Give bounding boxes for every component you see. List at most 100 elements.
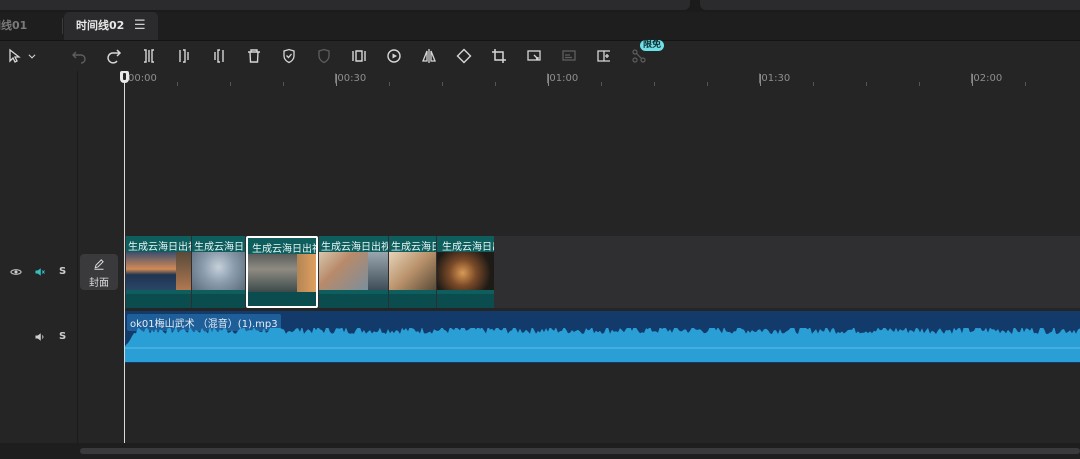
window-top-strip	[0, 0, 1080, 12]
redo-button[interactable]	[103, 45, 125, 67]
ruler-minor-tick	[654, 82, 655, 86]
horizontal-scrollbar[interactable]	[80, 448, 1080, 454]
shield-icon	[318, 48, 330, 64]
pointer-icon	[9, 48, 21, 63]
trim-right-icon	[214, 49, 224, 63]
top-panel-left	[0, 0, 690, 10]
clip-thumbnails	[248, 254, 316, 292]
undo-icon	[72, 51, 86, 64]
trim-left-button[interactable]	[173, 45, 195, 67]
clip-thumbnails	[319, 252, 388, 290]
ruler-minor-tick	[442, 82, 443, 86]
chevron-down-icon	[28, 54, 36, 59]
thumbnail	[296, 254, 316, 292]
thumbnail	[126, 252, 176, 290]
video-clip[interactable]: 生成云海日出视频	[192, 236, 245, 308]
ruler-minor-tick	[601, 82, 602, 86]
split-screen-icon	[597, 50, 610, 62]
clip-thumbnails	[126, 252, 191, 290]
reverse-button[interactable]	[383, 45, 405, 67]
ruler-minor-tick	[283, 82, 284, 86]
clip-footer	[319, 294, 388, 308]
audio-solo-button[interactable]: S	[59, 331, 66, 342]
edit-toolbar	[0, 41, 1080, 71]
mirror-icon	[422, 49, 436, 63]
ruler-minor-tick	[230, 82, 231, 86]
thumbnail	[319, 252, 369, 290]
ruler-minor-tick	[707, 82, 708, 86]
ruler-label: |01:30	[758, 73, 791, 84]
free-badge: 限免	[640, 40, 665, 51]
video-clip[interactable]: 生成云海日出视频	[126, 236, 191, 308]
cover-button[interactable]: 封面	[80, 254, 118, 290]
mark-button[interactable]	[278, 45, 300, 67]
clip-footer	[126, 294, 191, 308]
video-clip[interactable]: 生成云海日出视频	[319, 236, 388, 308]
crop-icon	[492, 49, 506, 63]
ruler-label: |00:30	[334, 73, 367, 84]
split-screen-button[interactable]	[593, 45, 615, 67]
split-icon	[144, 49, 154, 63]
tab-label: 间线01	[0, 19, 28, 32]
clip-footer	[192, 294, 245, 308]
split-button[interactable]	[138, 45, 160, 67]
ruler-minor-tick	[1025, 82, 1026, 86]
trim-left-icon	[179, 49, 189, 63]
rotate-button[interactable]	[453, 45, 475, 67]
menu-icon[interactable]: ☰	[134, 12, 146, 40]
clip-title: 生成云海日出视频	[128, 242, 191, 253]
ruler-minor-tick	[813, 82, 814, 86]
ruler-minor-tick	[866, 82, 867, 86]
frame-icon	[352, 50, 366, 62]
visibility-toggle[interactable]	[10, 266, 22, 281]
video-clip-selected[interactable]: 生成云海日出视频	[246, 236, 318, 308]
mirror-button[interactable]	[418, 45, 440, 67]
select-tool-button[interactable]	[2, 45, 42, 67]
video-clip[interactable]: 生成云海日出视频	[437, 236, 494, 308]
clip-title: 生成云海日出视频	[321, 242, 388, 253]
clip-footer	[389, 294, 436, 308]
thumbnail	[192, 252, 245, 290]
thumbnail	[389, 252, 436, 290]
ruler-label: |01:00	[546, 73, 579, 84]
clip-thumbnails	[389, 252, 436, 290]
pencil-icon	[94, 259, 104, 270]
video-clip[interactable]: 生成云海日出视频	[389, 236, 436, 308]
trim-right-button[interactable]	[208, 45, 230, 67]
tab-timeline-02[interactable]: 时间线02 ☰	[64, 12, 158, 40]
speaker-muted-icon	[35, 268, 45, 276]
redo-icon	[107, 49, 122, 64]
freeze-frame-button[interactable]	[348, 45, 370, 67]
video-solo-button[interactable]: S	[59, 266, 66, 277]
resize-icon	[527, 50, 541, 61]
subtitle-button[interactable]	[558, 45, 580, 67]
resize-button[interactable]	[523, 45, 545, 67]
clip-title: 生成云海日出视频	[442, 242, 494, 253]
playhead-handle[interactable]	[120, 71, 129, 83]
crop-button[interactable]	[488, 45, 510, 67]
play-circle-icon	[387, 49, 401, 63]
ruler-label: 00:00	[128, 73, 157, 84]
audio-volume-toggle[interactable]	[34, 331, 46, 346]
ruler-minor-tick	[495, 82, 496, 86]
clip-title: 生成云海日出视频	[391, 242, 436, 253]
top-panel-right	[700, 0, 1080, 10]
playhead-line[interactable]	[124, 78, 125, 443]
speaker-icon	[35, 333, 44, 341]
tab-timeline-01[interactable]: 间线01	[0, 12, 60, 40]
thumbnail	[437, 252, 494, 290]
ruler-label: |02:00	[970, 73, 1003, 84]
thumbnail	[248, 254, 297, 292]
subtitle-icon	[562, 50, 576, 61]
clip-title: 生成云海日出视频	[194, 242, 245, 253]
thumbnail	[368, 252, 388, 290]
shield-check-icon	[283, 48, 295, 64]
timeline-ruler[interactable]: 00:00 |00:30 |01:00 |01:30 |02:00	[124, 71, 1080, 93]
mute-video-toggle[interactable]	[34, 266, 46, 281]
tab-divider	[62, 18, 63, 34]
ruler-minor-tick	[389, 82, 390, 86]
undo-button[interactable]	[68, 45, 90, 67]
shield-button[interactable]	[313, 45, 335, 67]
trash-icon	[248, 49, 260, 63]
delete-button[interactable]	[243, 45, 265, 67]
